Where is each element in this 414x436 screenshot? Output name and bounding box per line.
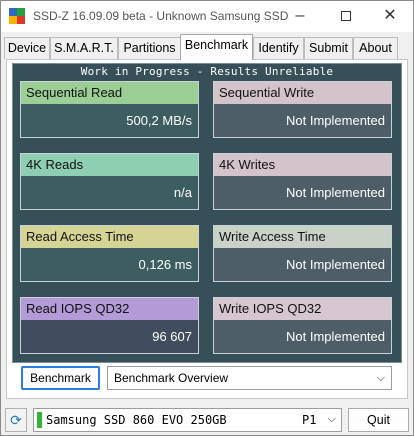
chevron-down-icon: ⌵	[327, 413, 336, 425]
result-card-write-access-time: Write Access Time Not Implemented	[213, 225, 392, 282]
result-value: Not Implemented	[214, 248, 391, 281]
refresh-icon: ⟳	[10, 412, 22, 428]
chevron-down-icon: ⌵	[376, 372, 385, 384]
result-value: Not Implemented	[214, 320, 391, 353]
result-value: 500,2 MB/s	[21, 104, 198, 137]
drive-port: P1	[302, 413, 317, 427]
close-button[interactable]: ✕	[367, 1, 413, 32]
result-card-read-access-time: Read Access Time 0,126 ms	[20, 225, 199, 282]
result-card-4k-writes: 4K Writes Not Implemented	[213, 153, 392, 210]
refresh-button[interactable]: ⟳	[5, 408, 27, 432]
result-label: Sequential Write	[214, 82, 391, 104]
result-value: Not Implemented	[214, 176, 391, 209]
app-window: SSD-Z 16.09.09 beta - Unknown Samsung SS…	[0, 0, 414, 436]
result-label: Write IOPS QD32	[214, 298, 391, 320]
status-banner: Work in Progress - Results Unreliable	[80, 65, 334, 78]
tab-benchmark[interactable]: Benchmark	[180, 34, 253, 60]
result-label: 4K Reads	[21, 154, 198, 176]
result-card-4k-reads: 4K Reads n/a	[20, 153, 199, 210]
result-value: Not Implemented	[214, 104, 391, 137]
drive-status-indicator	[37, 412, 42, 428]
minimize-button[interactable]: –	[277, 1, 323, 32]
result-label: Sequential Read	[21, 82, 198, 104]
drive-name: Samsung SSD 860 EVO 250GB	[46, 413, 227, 427]
benchmark-view-value: Benchmark Overview	[114, 371, 229, 385]
result-value: n/a	[21, 176, 198, 209]
tab-submit[interactable]: Submit	[304, 37, 353, 59]
result-card-read-iops: Read IOPS QD32 96 607	[20, 297, 199, 354]
result-value: 96 607	[21, 320, 198, 353]
maximize-button[interactable]	[323, 1, 369, 32]
result-label: Write Access Time	[214, 226, 391, 248]
result-value: 0,126 ms	[21, 248, 198, 281]
result-card-write-iops: Write IOPS QD32 Not Implemented	[213, 297, 392, 354]
window-title: SSD-Z 16.09.09 beta - Unknown Samsung SS…	[33, 9, 289, 23]
benchmark-view-select[interactable]: Benchmark Overview ⌵	[107, 366, 392, 390]
run-benchmark-button[interactable]: Benchmark	[21, 366, 100, 390]
title-bar: SSD-Z 16.09.09 beta - Unknown Samsung SS…	[1, 1, 413, 32]
quit-button[interactable]: Quit	[348, 408, 409, 432]
result-label: Read Access Time	[21, 226, 198, 248]
maximize-icon	[341, 10, 351, 21]
tab-device[interactable]: Device	[4, 37, 50, 59]
tab-about[interactable]: About	[353, 37, 398, 59]
tab-partitions[interactable]: Partitions	[118, 37, 181, 59]
benchmark-results-area: Work in Progress - Results Unreliable Se…	[12, 63, 402, 363]
app-logo-icon	[9, 8, 25, 24]
result-label: 4K Writes	[214, 154, 391, 176]
result-label: Read IOPS QD32	[21, 298, 198, 320]
result-card-sequential-read: Sequential Read 500,2 MB/s	[20, 81, 199, 138]
tab-smart[interactable]: S.M.A.R.T.	[50, 37, 118, 59]
result-card-sequential-write: Sequential Write Not Implemented	[213, 81, 392, 138]
drive-select[interactable]: Samsung SSD 860 EVO 250GB P1 ⌵	[33, 408, 342, 432]
tab-identify[interactable]: Identify	[253, 37, 304, 59]
